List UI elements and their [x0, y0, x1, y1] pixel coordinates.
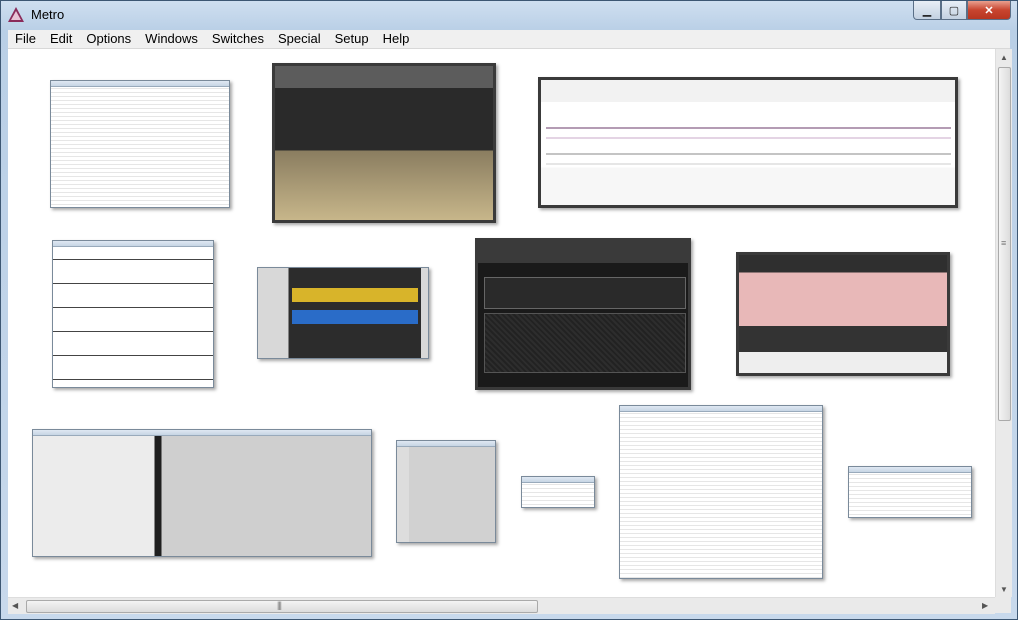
menu-special[interactable]: Special — [271, 30, 328, 48]
effect-module-yellow — [292, 288, 418, 302]
effect-plugin-window-thumbnail[interactable] — [257, 267, 429, 359]
small-dialog-window-thumbnail[interactable] — [521, 476, 595, 508]
vertical-scroll-thumb[interactable]: ≡ — [998, 67, 1011, 421]
menu-help[interactable]: Help — [376, 30, 417, 48]
amp-simulator-window-thumbnail[interactable] — [475, 238, 691, 390]
metro-logo-icon — [8, 7, 24, 22]
file-browser-window-thumbnail[interactable] — [619, 405, 823, 579]
horizontal-scroll-thumb[interactable]: ||| — [26, 600, 538, 613]
menu-setup[interactable]: Setup — [328, 30, 376, 48]
window-title: Metro — [31, 7, 65, 22]
title-bar[interactable]: Metro ▁ ▢ ✕ — [1, 1, 1017, 29]
menu-windows[interactable]: Windows — [138, 30, 205, 48]
menu-switches[interactable]: Switches — [205, 30, 271, 48]
maximize-icon: ▢ — [948, 4, 960, 17]
track-overview-window-thumbnail[interactable] — [32, 429, 372, 557]
scroll-right-icon[interactable]: ▶ — [982, 601, 988, 610]
scrollbar-corner — [995, 597, 1011, 613]
plugin-manager-window-thumbnail[interactable] — [50, 80, 230, 208]
minimize-button[interactable]: ▁ — [913, 1, 941, 20]
notation-window-thumbnail[interactable] — [52, 240, 214, 388]
metro-main-window: Metro ▁ ▢ ✕ File Edit Options Windows Sw… — [0, 0, 1018, 620]
piano-roll-notes — [546, 127, 951, 165]
scroll-up-icon[interactable]: ▲ — [1000, 53, 1008, 62]
drum-sampler-window-thumbnail[interactable] — [272, 63, 496, 223]
close-icon: ✕ — [984, 4, 994, 17]
vertical-scrollbar[interactable]: ▲ ≡ ▼ — [995, 49, 1012, 597]
grip-icon: ||| — [277, 600, 282, 610]
amp-head — [484, 277, 686, 309]
menu-file[interactable]: File — [8, 30, 43, 48]
horizontal-scrollbar[interactable]: ◀ ||| ▶ — [8, 597, 995, 614]
menu-bar: File Edit Options Windows Switches Speci… — [8, 30, 1010, 49]
scroll-down-icon[interactable]: ▼ — [1000, 585, 1008, 594]
close-button[interactable]: ✕ — [967, 1, 1011, 20]
scroll-left-icon[interactable]: ◀ — [12, 601, 18, 610]
grip-icon: ≡ — [1001, 238, 1006, 248]
mixer-window-thumbnail[interactable] — [396, 440, 496, 543]
amp-cabinet — [484, 313, 686, 373]
window-thumbnail-area — [8, 49, 995, 597]
piano-roll-window-thumbnail[interactable] — [538, 77, 958, 208]
menu-options[interactable]: Options — [79, 30, 138, 48]
menu-edit[interactable]: Edit — [43, 30, 79, 48]
small-list-window-thumbnail[interactable] — [848, 466, 972, 518]
minimize-icon: ▁ — [922, 4, 932, 17]
window-controls: ▁ ▢ ✕ — [913, 1, 1011, 21]
synth-keyboard-window-thumbnail[interactable] — [736, 252, 950, 376]
effect-module-blue — [292, 310, 418, 324]
maximize-button[interactable]: ▢ — [941, 1, 967, 20]
